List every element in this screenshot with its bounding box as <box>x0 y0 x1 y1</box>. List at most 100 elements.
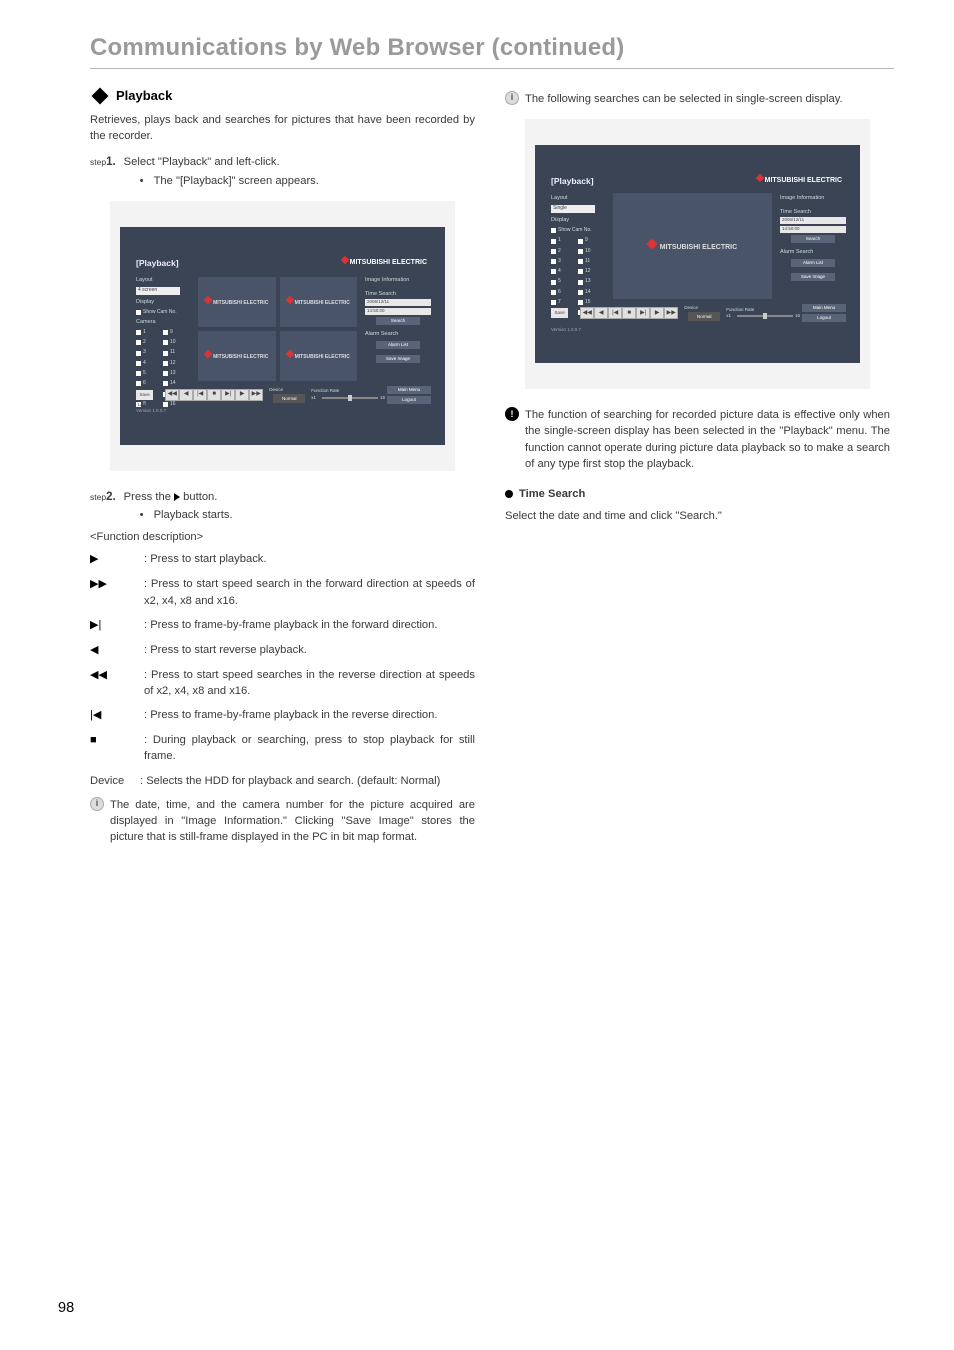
ss-camera-checkbox[interactable] <box>551 280 556 285</box>
ss-layout-label: Layout <box>551 195 599 203</box>
ss-camera-label: 9 <box>170 329 173 336</box>
ss-camera-checkbox[interactable] <box>163 351 168 356</box>
ss-stop-button[interactable]: ■ <box>622 307 636 319</box>
ss-camera-label: 5 <box>558 278 561 285</box>
ss-show-cam-checkbox[interactable] <box>136 310 141 315</box>
ss-time-search-label: Time Search <box>365 291 431 299</box>
left-column: Playback Retrieves, plays back and searc… <box>90 83 475 846</box>
ss-time-field[interactable]: 14:50:00 <box>365 308 431 315</box>
ss-camera-label: 2 <box>558 248 561 255</box>
ss-camera-checkbox[interactable] <box>551 239 556 244</box>
ss-camera-label: 9 <box>585 237 588 244</box>
ss-camera-checkbox[interactable] <box>163 330 168 335</box>
device-text: : Selects the HDD for playback and searc… <box>140 773 475 789</box>
ss-rate-slider[interactable] <box>322 397 378 399</box>
ss-camera-label: 5 <box>143 370 146 377</box>
ss-search-button[interactable]: Search <box>791 235 835 243</box>
ss-alarm-list-button[interactable]: Alarm List <box>376 341 420 349</box>
ss-video-single: MITSUBISHI ELECTRIC <box>613 193 772 299</box>
playback-subhead: Playback <box>116 87 172 106</box>
ss-camera-checkbox[interactable] <box>551 259 556 264</box>
ss-camera-checkbox[interactable] <box>578 259 583 264</box>
ss-device-select[interactable]: Normal <box>688 312 720 321</box>
ss-camera-checkbox[interactable] <box>551 290 556 295</box>
ss-step-back-button[interactable]: |◀ <box>608 307 622 319</box>
right-column: i The following searches can be selected… <box>505 83 890 846</box>
info-icon: i <box>505 91 519 105</box>
ss-tile-logo: MITSUBISHI ELECTRIC <box>648 240 737 253</box>
ss-time-field[interactable]: 14:50:00 <box>780 226 846 233</box>
alert-text: The function of searching for recorded p… <box>525 407 890 472</box>
playback-screenshot-single: [Playback] MITSUBISHI ELECTRIC Layout Si… <box>525 119 870 389</box>
ss-camera-checkbox[interactable] <box>578 290 583 295</box>
ss-camera-checkbox[interactable] <box>136 340 141 345</box>
ss-play-button[interactable]: ▶ <box>650 307 664 319</box>
ss-step-back-button[interactable]: |◀ <box>193 389 207 401</box>
ss-show-cam-checkbox[interactable] <box>551 228 556 233</box>
page-header: Communications by Web Browser (continued… <box>90 34 894 69</box>
ss-play-button[interactable]: ▶ <box>235 389 249 401</box>
ss-camera-label: 1 <box>143 329 146 336</box>
time-search-head: Time Search <box>519 486 585 502</box>
ss-date-field[interactable]: 2006/12/11 <box>365 299 431 306</box>
function-text: : During playback or searching, press to… <box>144 732 475 764</box>
ss-camera-checkbox[interactable] <box>578 249 583 254</box>
ss-camera-checkbox[interactable] <box>136 330 141 335</box>
ss-ffwd-button[interactable]: ▶▶ <box>664 307 678 319</box>
bullet-icon <box>505 490 513 498</box>
ss-camera-checkbox[interactable] <box>136 361 141 366</box>
ss-camera-checkbox[interactable] <box>136 371 141 376</box>
ss-camera-checkbox[interactable] <box>163 340 168 345</box>
ss-logout-button[interactable]: Logout <box>387 396 431 404</box>
ss-camera-label: 6 <box>558 289 561 296</box>
function-row: ▶▶: Press to start speed search in the f… <box>90 576 475 608</box>
step-label: step <box>90 491 106 503</box>
ss-step-fwd-button[interactable]: ▶| <box>221 389 235 401</box>
ss-save-image-button[interactable]: Save Image <box>376 355 420 363</box>
function-row: ◀◀: Press to start speed searches in the… <box>90 667 475 699</box>
ss-show-cam-label: Show Cam No. <box>558 227 592 234</box>
ss-camera-checkbox[interactable] <box>578 280 583 285</box>
ss-rate-slider[interactable] <box>737 315 793 317</box>
ss-save-layout-button[interactable]: Save Layout <box>136 390 153 400</box>
ss-camera-checkbox[interactable] <box>578 239 583 244</box>
ss-camera-label: 10 <box>585 248 591 255</box>
ss-reverse-button[interactable]: ◀ <box>179 389 193 401</box>
ss-layout-select[interactable]: 4 screen <box>136 287 180 295</box>
ss-reverse-button[interactable]: ◀ <box>594 307 608 319</box>
ss-layout-select[interactable]: Single <box>551 205 595 213</box>
ss-date-field[interactable]: 2006/12/11 <box>780 217 846 224</box>
note-single-screen: i The following searches can be selected… <box>505 91 890 107</box>
ss-main-menu-button[interactable]: Main Menu <box>802 304 846 312</box>
ss-save-layout-button[interactable]: Save Layout <box>551 308 568 318</box>
ss-logout-button[interactable]: Logout <box>802 314 846 322</box>
ss-camera-checkbox[interactable] <box>163 371 168 376</box>
ss-camera-label: 2 <box>143 339 146 346</box>
ss-camera-label: 1 <box>558 237 561 244</box>
ss-main-menu-button[interactable]: Main Menu <box>387 386 431 394</box>
ss-camera-label: 10 <box>170 339 176 346</box>
function-text: : Press to start speed searches in the r… <box>144 667 475 699</box>
ss-camera-checkbox[interactable] <box>136 351 141 356</box>
function-row: ■: During playback or searching, press t… <box>90 732 475 764</box>
ss-rewind-button[interactable]: ◀◀ <box>580 307 594 319</box>
time-search-text: Select the date and time and click "Sear… <box>505 508 890 524</box>
ss-save-image-button[interactable]: Save Image <box>791 273 835 281</box>
function-description-title: <Function description> <box>90 529 475 545</box>
ss-alarm-search-label: Alarm Search <box>780 249 846 257</box>
ss-alarm-list-button[interactable]: Alarm List <box>791 259 835 267</box>
ss-camera-label: 3 <box>558 258 561 265</box>
page-title: Communications by Web Browser (continued… <box>90 34 894 62</box>
ss-camera-checkbox[interactable] <box>578 269 583 274</box>
ss-search-button[interactable]: Search <box>376 317 420 325</box>
ss-rewind-button[interactable]: ◀◀ <box>165 389 179 401</box>
ss-step-fwd-button[interactable]: ▶| <box>636 307 650 319</box>
ss-camera-checkbox[interactable] <box>551 269 556 274</box>
ss-camera-checkbox[interactable] <box>163 361 168 366</box>
ss-camera-checkbox[interactable] <box>551 249 556 254</box>
ss-stop-button[interactable]: ■ <box>207 389 221 401</box>
ss-brand: MITSUBISHI ELECTRIC <box>757 175 842 184</box>
ss-ffwd-button[interactable]: ▶▶ <box>249 389 263 401</box>
ss-device-select[interactable]: Normal <box>273 394 305 403</box>
ss-time-search-label: Time Search <box>780 209 846 217</box>
